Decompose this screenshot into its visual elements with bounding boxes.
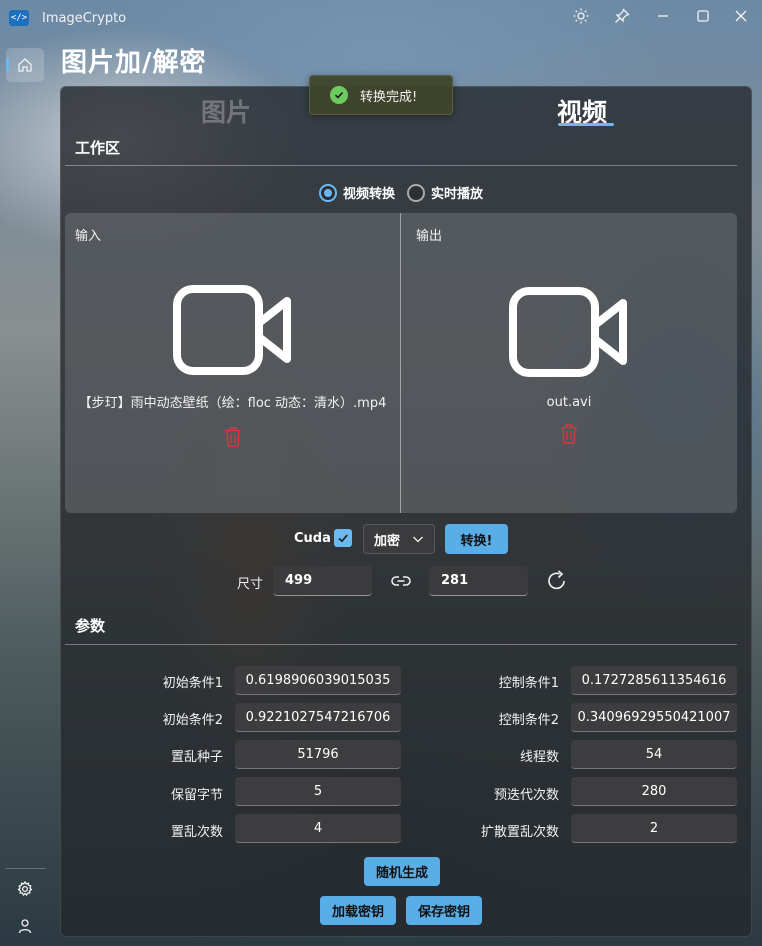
param-label: 初始条件2 <box>162 713 223 728</box>
param-label: 扩散置乱次数 <box>480 825 559 840</box>
chevron-down-icon <box>413 536 423 543</box>
nav-home-button[interactable] <box>6 48 44 82</box>
app-title: ImageCrypto <box>42 11 127 26</box>
control-condition-1-input[interactable]: 0.1727285611354616 <box>571 666 737 695</box>
io-area: 输入 【步玎】雨中动态壁纸（绘：floc 动态：清水）.mp4 输出 out.a… <box>65 213 737 513</box>
input-label: 输入 <box>75 229 102 244</box>
width-input[interactable]: 499 <box>273 566 372 596</box>
refresh-icon[interactable] <box>545 569 569 593</box>
param-label: 控制条件2 <box>498 713 559 728</box>
check-icon <box>338 534 348 543</box>
link-icon[interactable] <box>390 570 412 592</box>
output-label: 输出 <box>416 229 443 244</box>
input-file-name: 【步玎】雨中动态壁纸（绘：floc 动态：清水）.mp4 <box>78 396 387 411</box>
success-toast: 转换完成! <box>309 75 453 115</box>
param-label: 置乱种子 <box>170 750 223 765</box>
reserved-bytes-input[interactable]: 5 <box>235 777 401 806</box>
home-icon <box>18 58 32 72</box>
control-condition-2-input[interactable]: 0.34096929550421007 <box>571 703 737 732</box>
pre-iteration-input[interactable]: 280 <box>571 777 737 806</box>
page-title: 图片加/解密 <box>61 48 207 78</box>
user-icon <box>18 919 32 934</box>
input-video-camera-icon[interactable] <box>173 285 293 375</box>
gear-icon <box>17 881 33 897</box>
toast-message: 转换完成! <box>360 89 418 105</box>
init-condition-1-input[interactable]: 0.6198906039015035 <box>235 666 401 695</box>
radio-video-convert-label: 视频转换 <box>343 187 396 202</box>
main-panel: 图片 视频 工作区 视频转换 实时播放 输入 【步玎】雨中动态壁纸（绘：floc… <box>60 86 752 937</box>
param-label: 保留字节 <box>170 788 223 803</box>
mode-radio-group: 视频转换 实时播放 <box>319 183 483 202</box>
scramble-count-input[interactable]: 4 <box>235 814 401 843</box>
success-check-icon <box>330 86 348 104</box>
random-generate-button[interactable]: 随机生成 <box>364 857 440 886</box>
pin-icon <box>615 8 630 23</box>
cuda-checkbox[interactable] <box>334 529 352 547</box>
param-label: 置乱次数 <box>170 825 223 840</box>
close-button[interactable] <box>726 4 756 28</box>
params-divider <box>65 644 737 645</box>
tab-image[interactable]: 图片 <box>201 93 251 129</box>
output-video-camera-icon[interactable] <box>509 287 629 377</box>
param-label: 线程数 <box>519 750 559 765</box>
radio-selected-indicator <box>319 183 337 202</box>
minimize-icon <box>658 15 668 17</box>
close-icon <box>735 10 747 22</box>
convert-button[interactable]: 转换! <box>445 524 508 554</box>
params-section-label: 参数 <box>75 617 106 635</box>
tab-selected-underline <box>558 123 614 126</box>
input-delete-icon[interactable] <box>223 426 243 448</box>
maximize-icon <box>697 10 709 22</box>
encrypt-mode-value: 加密 <box>374 533 401 549</box>
output-delete-icon[interactable] <box>559 423 579 445</box>
title-bar: </> ImageCrypto <box>0 0 762 34</box>
size-label: 尺寸 <box>237 577 264 592</box>
app-window: </> ImageCrypto 图片加/解密 图片 视频 工作区 视频转换 实时… <box>0 0 762 946</box>
param-label: 预迭代次数 <box>493 788 559 803</box>
param-label: 控制条件1 <box>498 676 559 691</box>
radio-unselected-indicator <box>407 183 426 202</box>
radio-video-convert[interactable]: 视频转换 <box>319 183 395 202</box>
workspace-divider <box>65 165 737 166</box>
workspace-section-label: 工作区 <box>75 139 121 157</box>
output-file-name: out.avi <box>546 395 592 410</box>
diffusion-scramble-count-input[interactable]: 2 <box>571 814 737 843</box>
param-label: 初始条件1 <box>162 676 223 691</box>
pin-button[interactable] <box>607 4 637 28</box>
nav-selection-indicator <box>6 58 9 72</box>
cuda-label: Cuda <box>294 531 331 546</box>
encrypt-mode-select[interactable]: 加密 <box>363 524 435 554</box>
nav-user-button[interactable] <box>12 913 38 939</box>
io-divider <box>400 213 401 513</box>
thread-count-input[interactable]: 54 <box>571 740 737 769</box>
height-input[interactable]: 281 <box>429 566 528 596</box>
radio-realtime-play-label: 实时播放 <box>431 187 484 202</box>
scramble-seed-input[interactable]: 51796 <box>235 740 401 769</box>
minimize-button[interactable] <box>648 4 678 28</box>
app-logo-icon: </> <box>9 10 29 26</box>
radio-realtime-play[interactable]: 实时播放 <box>407 183 483 202</box>
sun-icon <box>573 8 589 24</box>
save-key-button[interactable]: 保存密钥 <box>406 896 482 925</box>
nav-settings-button[interactable] <box>12 876 38 902</box>
init-condition-2-input[interactable]: 0.9221027547216706 <box>235 703 401 732</box>
maximize-button[interactable] <box>688 4 718 28</box>
load-key-button[interactable]: 加载密钥 <box>320 896 396 925</box>
theme-toggle-button[interactable] <box>566 4 596 28</box>
nav-divider <box>6 868 46 869</box>
